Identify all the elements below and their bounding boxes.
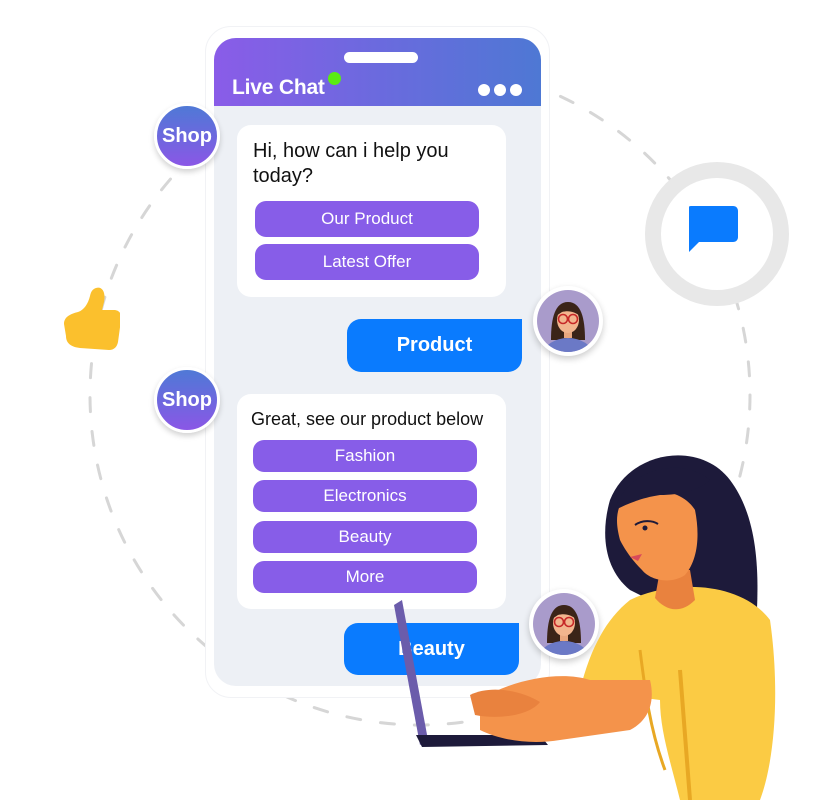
chat-header: Live Chat	[214, 38, 541, 106]
chat-bubble-icon	[689, 206, 738, 252]
woman-typing-illustration	[380, 440, 800, 800]
chat-title: Live Chat	[232, 76, 325, 99]
user-avatar	[533, 286, 603, 356]
shop-avatar: Shop	[154, 367, 220, 433]
user-reply: Product	[347, 319, 522, 372]
bot-message-text: Great, see our product below	[251, 409, 484, 429]
option-our-product[interactable]: Our Product	[255, 201, 479, 237]
online-status-dot	[328, 72, 341, 85]
chat-ring	[645, 162, 789, 306]
bot-message-text: Hi, how can i help you today?	[253, 140, 449, 187]
option-latest-offer[interactable]: Latest Offer	[255, 244, 479, 280]
thumbs-up-icon	[58, 284, 122, 357]
more-dots-icon[interactable]	[478, 84, 522, 96]
shop-avatar: Shop	[154, 103, 220, 169]
bot-message: Hi, how can i help you today? Our Produc…	[237, 125, 506, 297]
phone-notch	[344, 52, 418, 63]
